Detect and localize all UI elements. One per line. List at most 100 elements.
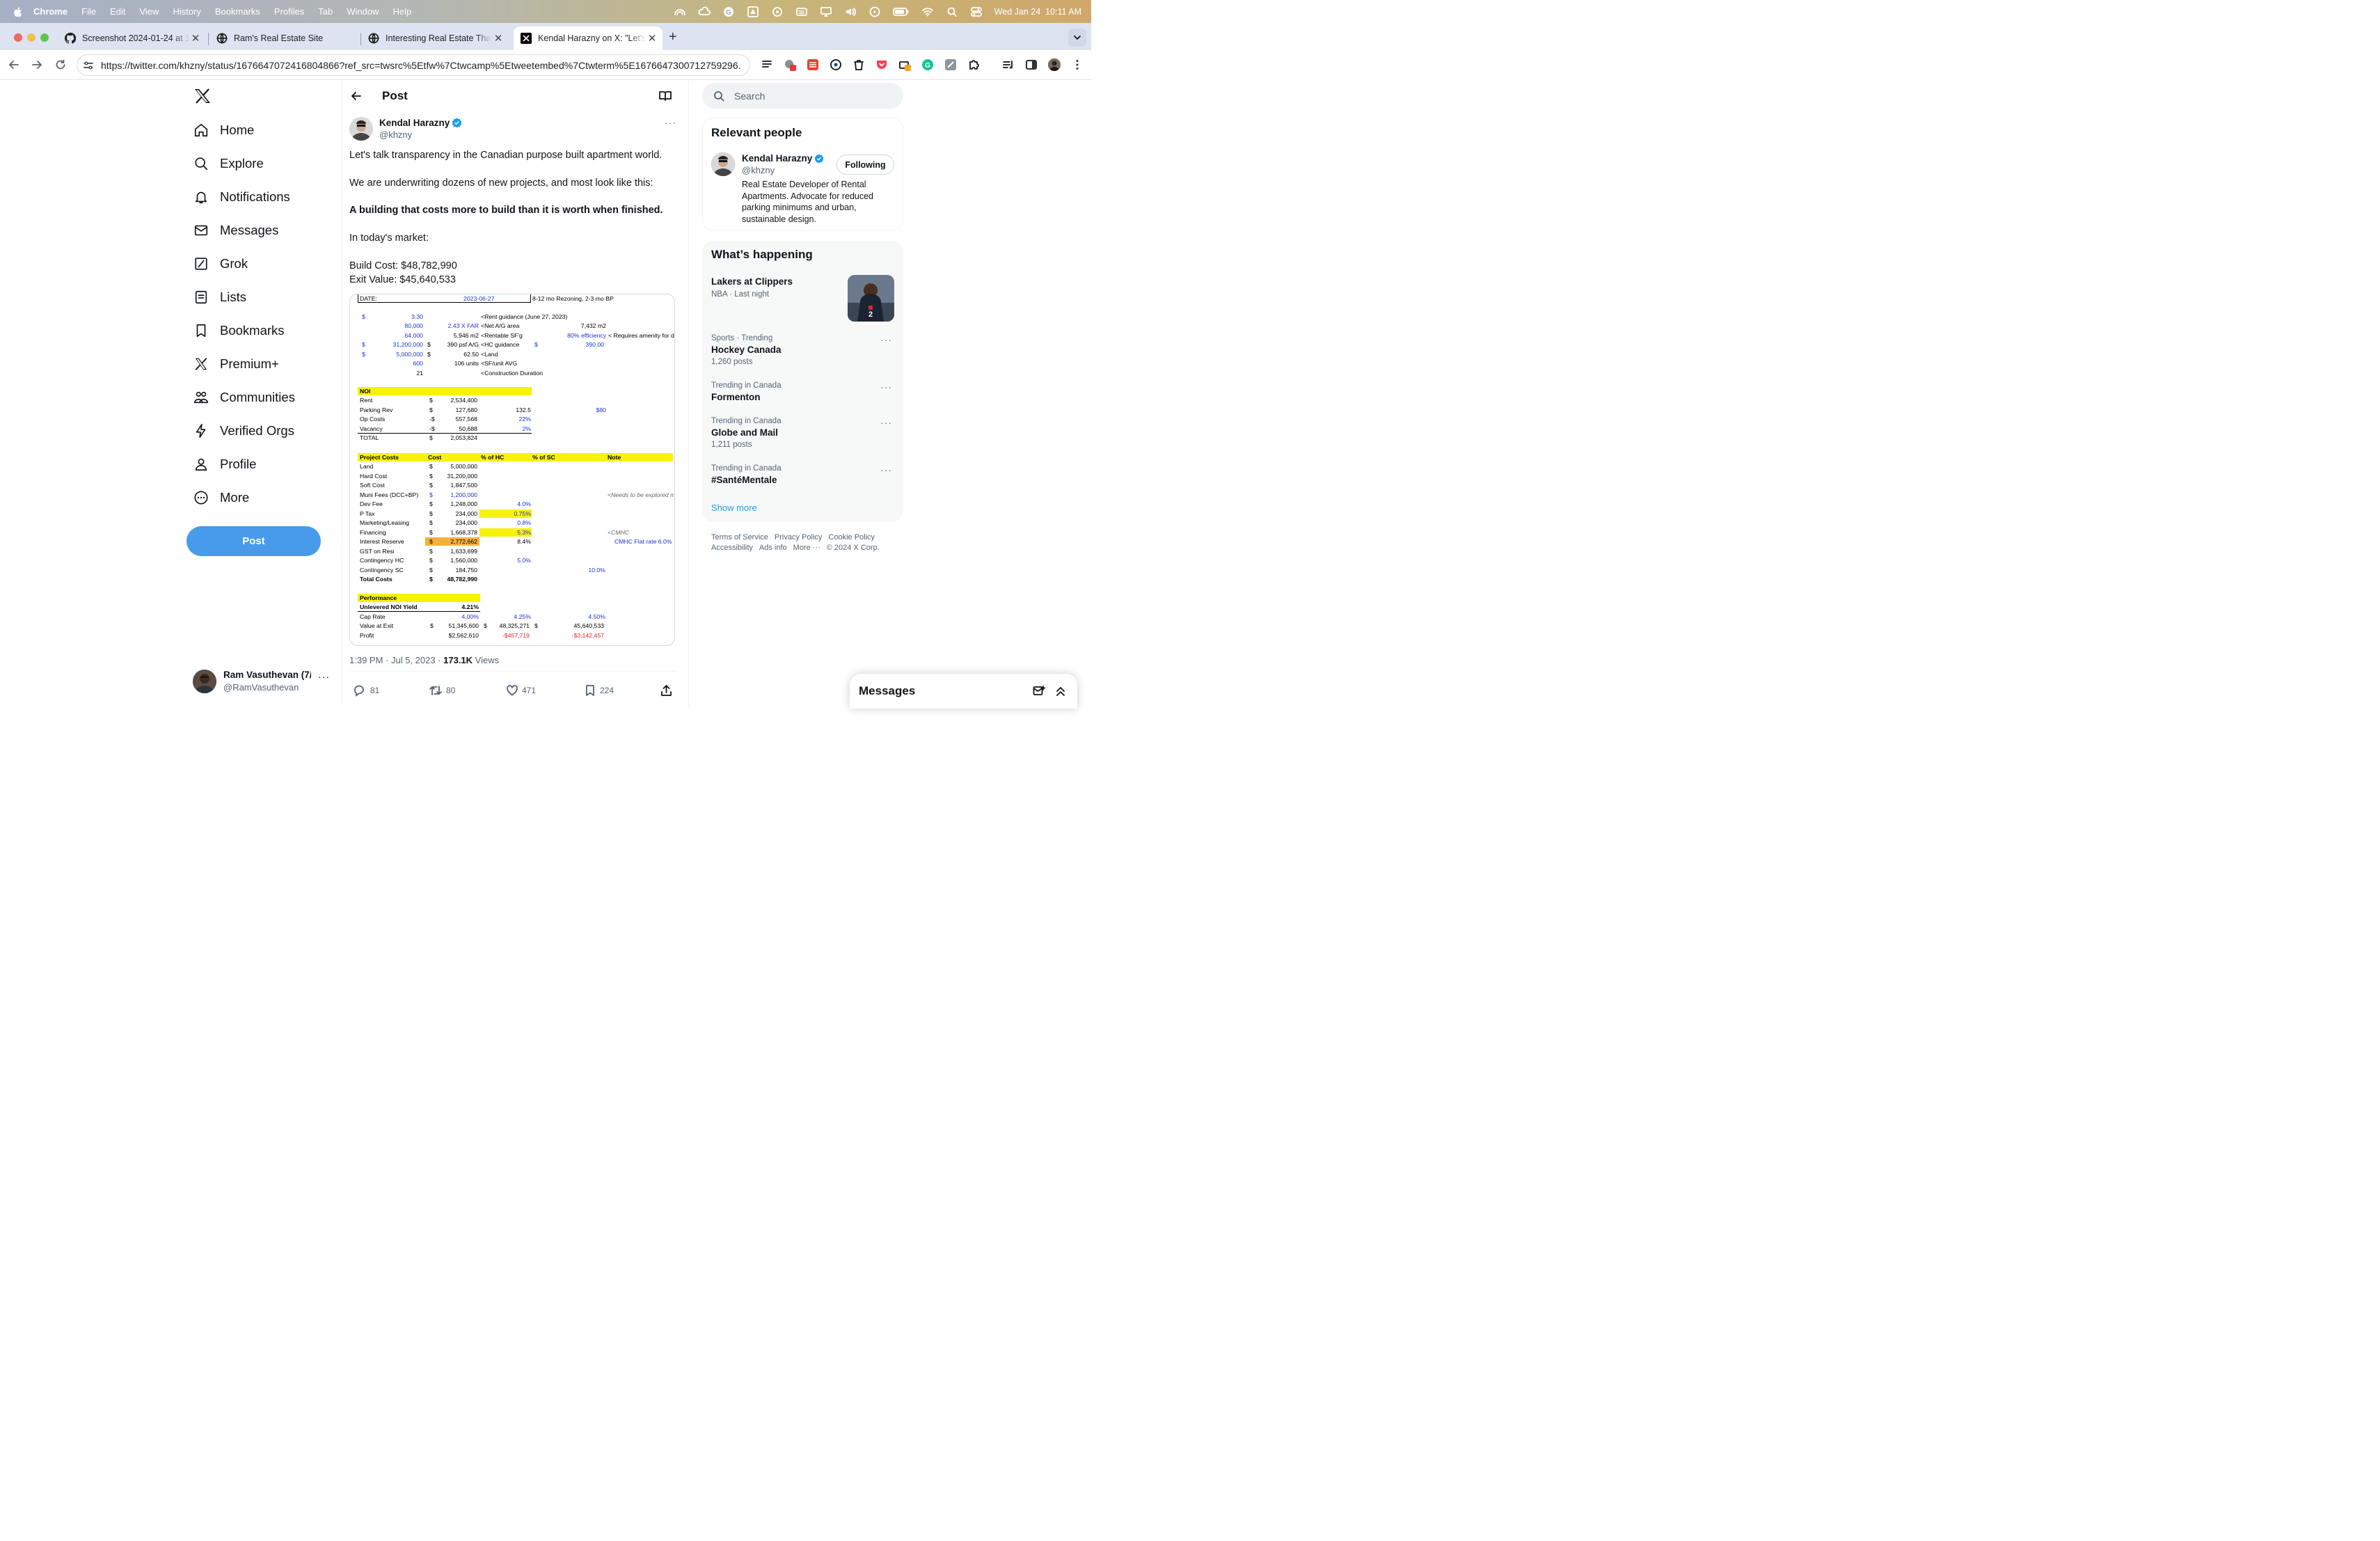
app-box-icon[interactable] [747, 6, 759, 17]
nav-premium[interactable]: Premium+ [193, 350, 279, 378]
x-logo-icon[interactable] [194, 88, 211, 104]
display-icon[interactable] [820, 6, 832, 17]
window-zoom-button[interactable] [40, 33, 49, 42]
expand-up-icon[interactable] [1055, 686, 1066, 697]
share-icon[interactable] [660, 684, 672, 697]
window-minimize-button[interactable] [27, 33, 35, 42]
extension-blocker-icon[interactable] [784, 58, 796, 71]
password-manager-icon[interactable] [771, 6, 784, 17]
footer-terms[interactable]: Terms of Service [711, 533, 768, 542]
like-button[interactable]: 471 [506, 684, 536, 697]
bookmark-button[interactable]: 224 [585, 684, 614, 697]
trend-more-icon[interactable]: ··· [880, 334, 892, 345]
reply-button[interactable]: 81 [353, 684, 379, 697]
trash-extension-icon[interactable] [852, 58, 865, 71]
toolbox-extension-icon[interactable] [898, 58, 911, 71]
battery-icon[interactable] [892, 6, 910, 17]
menu-app-chrome[interactable]: Chrome [33, 6, 68, 17]
footer-more[interactable]: More ··· [793, 544, 820, 552]
back-arrow-icon[interactable] [8, 58, 20, 71]
author-avatar[interactable] [349, 117, 373, 141]
puzzle-extensions-icon[interactable] [967, 58, 980, 71]
notion-extension-icon[interactable] [944, 58, 957, 71]
person-handle[interactable]: @khzny [742, 165, 775, 175]
wifi-icon[interactable] [921, 6, 934, 17]
nav-explore[interactable]: Explore [193, 150, 264, 177]
person-name[interactable]: Kendal Harazny [742, 153, 812, 164]
volume-icon[interactable] [844, 6, 857, 17]
tab-rams-real-estate[interactable]: Ram's Real Estate Site [209, 26, 360, 50]
reader-view-icon[interactable] [659, 90, 672, 102]
menu-window[interactable]: Window [347, 6, 379, 17]
control-center-icon[interactable] [970, 6, 983, 17]
nav-home[interactable]: Home [193, 116, 254, 144]
post-timestamp[interactable]: 1:39 PM · Jul 5, 2023 · [349, 655, 443, 665]
nav-lists[interactable]: Lists [193, 283, 246, 311]
pocket-icon[interactable] [875, 58, 888, 71]
menu-edit[interactable]: Edit [110, 6, 125, 17]
author-handle[interactable]: @khzny [379, 129, 412, 140]
grammarly-extension-icon[interactable]: G [921, 58, 934, 71]
messages-drawer[interactable]: Messages [850, 674, 1077, 709]
url-text[interactable]: https://twitter.com/khzny/status/1676647… [101, 60, 741, 71]
nav-more[interactable]: More [193, 484, 249, 512]
footer-cookie[interactable]: Cookie Policy [828, 533, 875, 542]
menu-view[interactable]: View [139, 6, 159, 17]
post-image-spreadsheet[interactable]: DATE: 2023-06-27 8-12 mo Rezoning, 2-3 m… [349, 294, 675, 646]
post-more-icon[interactable]: ··· [665, 117, 676, 128]
tab-close-icon[interactable]: ✕ [492, 32, 505, 45]
trend-more-icon[interactable]: ··· [880, 464, 892, 475]
tab-close-icon[interactable]: ✕ [189, 32, 202, 45]
todoist-icon[interactable] [807, 58, 819, 71]
cloud-icon[interactable] [698, 6, 711, 17]
account-more-icon[interactable]: ··· [318, 671, 330, 682]
featured-event-image[interactable]: 2 [848, 275, 894, 322]
nav-grok[interactable]: Grok [193, 250, 248, 278]
nav-messages[interactable]: Messages [193, 216, 278, 244]
nav-profile[interactable]: Profile [193, 450, 256, 478]
nav-bookmarks[interactable]: Bookmarks [193, 317, 285, 345]
account-switcher[interactable]: Ram Vasuthevan (7/1( @RamVasuthevan ··· [193, 668, 332, 696]
address-bar[interactable]: https://twitter.com/khzny/status/1676647… [77, 54, 750, 76]
person-avatar[interactable] [711, 152, 735, 176]
menu-file[interactable]: File [81, 6, 96, 17]
post-button[interactable]: Post [187, 526, 321, 556]
kebab-menu-icon[interactable] [1071, 58, 1084, 71]
site-info-tune-icon[interactable] [83, 60, 94, 71]
tab-screenshot[interactable]: Screenshot 2024-01-24 at 10.10 ✕ [58, 26, 206, 50]
window-close-button[interactable] [14, 33, 22, 42]
nav-communities[interactable]: Communities [193, 384, 295, 411]
apple-logo-icon[interactable] [13, 6, 24, 17]
trend-item[interactable]: Trending in Canada Formenton ··· [711, 381, 899, 402]
nav-notifications[interactable]: Notifications [193, 183, 290, 211]
tab-kendal-harazny-x[interactable]: Kendal Harazny on X: "Let's t ✕ [514, 26, 663, 50]
new-message-icon[interactable] [1033, 686, 1045, 697]
repost-button[interactable]: 80 [429, 684, 455, 697]
footer-privacy[interactable]: Privacy Policy [775, 533, 822, 542]
trend-more-icon[interactable]: ··· [880, 417, 892, 428]
search-box[interactable]: Search [702, 83, 903, 109]
keyboard-icon[interactable] [795, 6, 808, 17]
password-extension-icon[interactable] [830, 58, 842, 71]
footer-accessibility[interactable]: Accessibility [711, 544, 753, 552]
author-name[interactable]: Kendal Harazny [379, 118, 450, 128]
trend-more-icon[interactable]: ··· [880, 381, 892, 393]
menu-bookmarks[interactable]: Bookmarks [215, 6, 260, 17]
play-circle-icon[interactable] [868, 6, 881, 17]
menu-tab[interactable]: Tab [318, 6, 333, 17]
media-queue-icon[interactable] [1002, 58, 1015, 71]
menubar-clock[interactable]: Wed Jan 24 10:11 AM [994, 7, 1081, 17]
tab-interesting-real-estate[interactable]: Interesting Real Estate That d ✕ [361, 26, 509, 50]
spotlight-search-icon[interactable] [946, 6, 958, 17]
grammarly-icon[interactable]: G [722, 6, 735, 17]
trend-item[interactable]: Trending in Canada #SantéMentale ··· [711, 464, 899, 485]
menu-help[interactable]: Help [393, 6, 412, 17]
menu-history[interactable]: History [173, 6, 200, 17]
new-tab-plus-icon[interactable]: + [669, 29, 677, 45]
forward-arrow-icon[interactable] [31, 58, 43, 71]
back-arrow-icon[interactable] [350, 90, 363, 102]
reading-mode-icon[interactable] [761, 58, 773, 71]
tab-search-button[interactable] [1068, 29, 1086, 47]
chrome-profile-avatar[interactable] [1048, 58, 1061, 71]
side-panel-icon[interactable] [1025, 58, 1038, 71]
